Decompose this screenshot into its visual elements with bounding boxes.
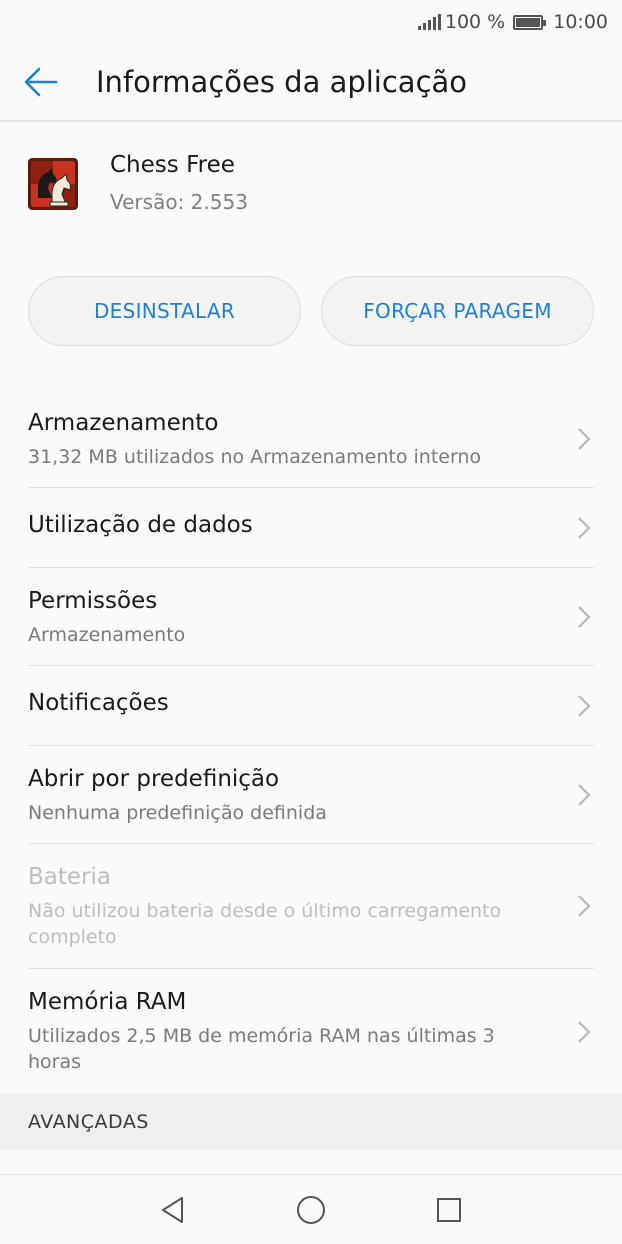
signal-icon [417,14,441,30]
setting-title: Notificações [28,690,169,716]
nav-recents-button[interactable] [380,1175,518,1244]
setting-subtitle: Armazenamento [28,624,186,646]
setting-title: Armazenamento [28,410,219,436]
navigation-bar [0,1174,622,1244]
uninstall-button[interactable]: DESINSTALAR [28,276,301,346]
ram-item[interactable]: Memória RAM Utilizados 2,5 MB de memória… [28,969,594,1094]
setting-title: Memória RAM [28,989,187,1015]
arrow-left-icon [24,67,58,97]
chevron-right-icon [578,895,591,917]
action-buttons: DESINSTALAR FORÇAR PARAGEM [28,276,594,346]
status-bar: 100 % 10:00 [0,0,622,44]
force-stop-button[interactable]: FORÇAR PARAGEM [321,276,594,346]
battery-icon [513,14,547,30]
chess-knight-app-icon [28,158,78,210]
setting-title: Permissões [28,588,158,614]
permissions-item[interactable]: Permissões Armazenamento [28,568,594,666]
setting-title: Utilização de dados [28,512,253,538]
open-by-default-item[interactable]: Abrir por predefinição Nenhuma predefini… [28,746,594,844]
nav-home-button[interactable] [242,1175,380,1244]
storage-item[interactable]: Armazenamento 31,32 MB utilizados no Arm… [28,390,594,488]
app-info: Chess Free Versão: 2.553 [110,148,248,228]
setting-subtitle: Nenhuma predefinição definida [28,802,327,824]
app-bar: Informações da aplicação [0,44,622,122]
clock: 10:00 [553,11,608,33]
battery-percent: 100 % [444,11,506,33]
nav-back-button[interactable] [104,1175,242,1244]
chevron-right-icon [578,783,591,806]
triangle-back-icon [162,1196,183,1223]
circle-home-icon [297,1195,325,1224]
chevron-right-icon [578,427,591,450]
chevron-right-icon [578,516,591,539]
settings-list: Armazenamento 31,32 MB utilizados no Arm… [28,390,594,1094]
chevron-right-icon [578,694,591,717]
data-usage-item[interactable]: Utilização de dados [28,488,594,568]
battery-item: Bateria Não utilizou bateria desde o últ… [28,844,594,969]
square-recents-icon [437,1197,461,1222]
app-name: Chess Free [110,152,235,178]
app-version: Versão: 2.553 [110,190,248,214]
notifications-item[interactable]: Notificações [28,666,594,746]
section-header-advanced: AVANÇADAS [0,1094,622,1150]
app-header: Chess Free Versão: 2.553 [28,148,594,228]
chevron-right-icon [578,1020,591,1043]
setting-subtitle: 31,32 MB utilizados no Armazenamento int… [28,446,482,468]
setting-subtitle: Utilizados 2,5 MB de memória RAM nas últ… [28,1025,495,1073]
page-title: Informações da aplicação [96,65,468,99]
setting-title: Abrir por predefinição [28,766,280,792]
chevron-right-icon [578,605,591,628]
setting-subtitle: Não utilizou bateria desde o último carr… [28,900,502,948]
setting-title: Bateria [28,864,111,890]
back-button[interactable] [0,43,96,121]
